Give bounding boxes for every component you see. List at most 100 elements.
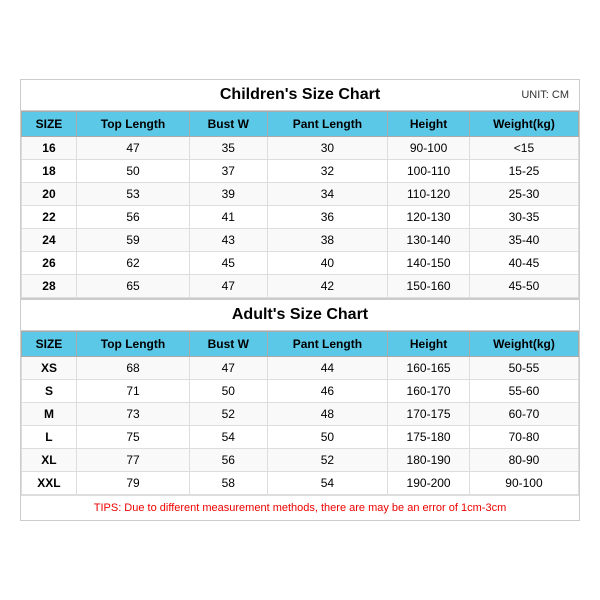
adult-table: SIZE Top Length Bust W Pant Length Heigh…: [21, 331, 579, 495]
table-cell: 42: [267, 275, 388, 298]
table-cell: 30: [267, 137, 388, 160]
table-cell: 43: [190, 229, 268, 252]
table-cell: 190-200: [388, 472, 470, 495]
table-cell: 175-180: [388, 426, 470, 449]
table-cell: XS: [22, 357, 77, 380]
table-cell: 32: [267, 160, 388, 183]
table-row: 18503732100-11015-25: [22, 160, 579, 183]
table-cell: 110-120: [388, 183, 470, 206]
table-cell: 150-160: [388, 275, 470, 298]
table-row: XL775652180-19080-90: [22, 449, 579, 472]
table-cell: 59: [76, 229, 189, 252]
children-title: Children's Size Chart: [220, 86, 380, 104]
adult-col-weight: Weight(kg): [469, 332, 578, 357]
table-row: 1647353090-100<15: [22, 137, 579, 160]
children-table: SIZE Top Length Bust W Pant Length Heigh…: [21, 111, 579, 298]
table-cell: 100-110: [388, 160, 470, 183]
table-row: L755450175-18070-80: [22, 426, 579, 449]
table-row: M735248170-17560-70: [22, 403, 579, 426]
table-cell: 26: [22, 252, 77, 275]
table-cell: 18: [22, 160, 77, 183]
table-row: XXL795854190-20090-100: [22, 472, 579, 495]
table-cell: 35: [190, 137, 268, 160]
table-cell: 30-35: [469, 206, 578, 229]
table-cell: 52: [190, 403, 268, 426]
table-cell: 180-190: [388, 449, 470, 472]
table-cell: 48: [267, 403, 388, 426]
table-cell: 35-40: [469, 229, 578, 252]
table-cell: 22: [22, 206, 77, 229]
table-cell: 25-30: [469, 183, 578, 206]
table-cell: 28: [22, 275, 77, 298]
table-cell: 55-60: [469, 380, 578, 403]
table-cell: 54: [190, 426, 268, 449]
table-cell: 120-130: [388, 206, 470, 229]
table-cell: 50-55: [469, 357, 578, 380]
table-cell: 130-140: [388, 229, 470, 252]
table-cell: L: [22, 426, 77, 449]
adult-title-row: Adult's Size Chart: [21, 298, 579, 331]
adult-col-size: SIZE: [22, 332, 77, 357]
table-cell: 54: [267, 472, 388, 495]
children-title-row: Children's Size Chart UNIT: CM: [21, 80, 579, 111]
table-cell: 47: [190, 275, 268, 298]
table-cell: 140-150: [388, 252, 470, 275]
table-cell: 34: [267, 183, 388, 206]
table-cell: 16: [22, 137, 77, 160]
table-cell: 160-165: [388, 357, 470, 380]
table-cell: 56: [190, 449, 268, 472]
adult-col-pant: Pant Length: [267, 332, 388, 357]
tips-row: TIPS: Due to different measurement metho…: [21, 495, 579, 520]
table-cell: 50: [190, 380, 268, 403]
table-cell: 40-45: [469, 252, 578, 275]
table-cell: 68: [76, 357, 189, 380]
table-cell: 45: [190, 252, 268, 275]
table-cell: 39: [190, 183, 268, 206]
table-cell: 56: [76, 206, 189, 229]
children-col-top: Top Length: [76, 112, 189, 137]
size-chart-container: Children's Size Chart UNIT: CM SIZE Top …: [20, 79, 580, 521]
table-cell: 77: [76, 449, 189, 472]
table-cell: M: [22, 403, 77, 426]
table-cell: 58: [190, 472, 268, 495]
table-cell: 170-175: [388, 403, 470, 426]
unit-label: UNIT: CM: [521, 89, 569, 101]
children-col-height: Height: [388, 112, 470, 137]
table-cell: 52: [267, 449, 388, 472]
table-cell: 36: [267, 206, 388, 229]
table-cell: 62: [76, 252, 189, 275]
children-col-pant: Pant Length: [267, 112, 388, 137]
table-row: 20533934110-12025-30: [22, 183, 579, 206]
adult-col-top: Top Length: [76, 332, 189, 357]
adult-header-row: SIZE Top Length Bust W Pant Length Heigh…: [22, 332, 579, 357]
table-cell: 47: [190, 357, 268, 380]
table-cell: 60-70: [469, 403, 578, 426]
children-col-size: SIZE: [22, 112, 77, 137]
table-cell: 40: [267, 252, 388, 275]
table-cell: 41: [190, 206, 268, 229]
children-header-row: SIZE Top Length Bust W Pant Length Heigh…: [22, 112, 579, 137]
table-cell: 73: [76, 403, 189, 426]
adult-col-bust: Bust W: [190, 332, 268, 357]
table-cell: 15-25: [469, 160, 578, 183]
table-cell: XL: [22, 449, 77, 472]
table-cell: 50: [76, 160, 189, 183]
table-cell: S: [22, 380, 77, 403]
table-cell: 44: [267, 357, 388, 380]
table-cell: 70-80: [469, 426, 578, 449]
table-row: 22564136120-13030-35: [22, 206, 579, 229]
children-col-bust: Bust W: [190, 112, 268, 137]
table-cell: 47: [76, 137, 189, 160]
table-cell: 38: [267, 229, 388, 252]
table-row: 24594338130-14035-40: [22, 229, 579, 252]
table-cell: XXL: [22, 472, 77, 495]
table-cell: 46: [267, 380, 388, 403]
adult-title: Adult's Size Chart: [232, 306, 368, 324]
table-cell: 90-100: [388, 137, 470, 160]
tips-text: TIPS: Due to different measurement metho…: [94, 502, 506, 514]
table-cell: 160-170: [388, 380, 470, 403]
table-cell: <15: [469, 137, 578, 160]
table-row: S715046160-17055-60: [22, 380, 579, 403]
table-cell: 79: [76, 472, 189, 495]
table-row: XS684744160-16550-55: [22, 357, 579, 380]
